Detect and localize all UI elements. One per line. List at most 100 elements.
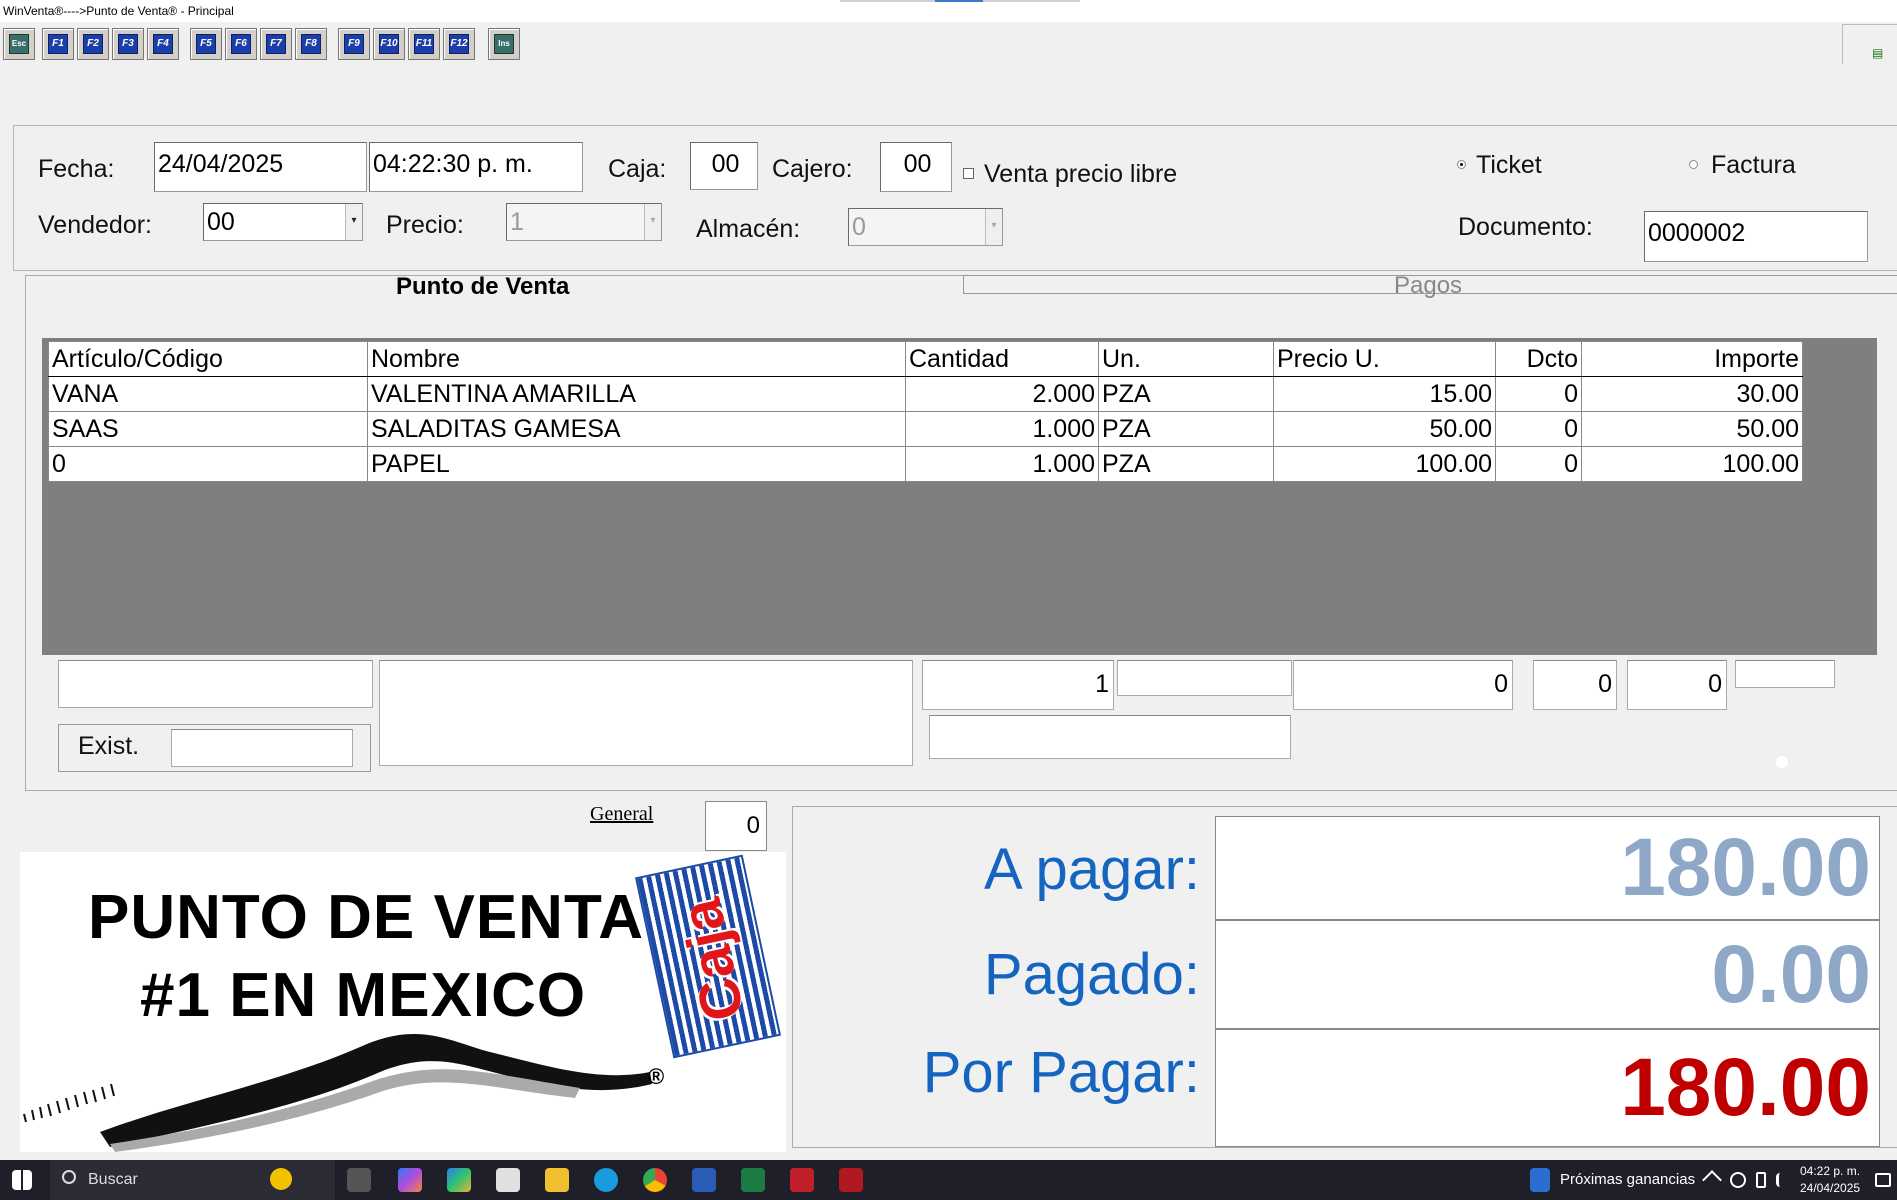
col-cantidad[interactable]: Cantidad: [905, 341, 1099, 377]
col-articulo[interactable]: Artículo/Código: [48, 341, 368, 377]
f6-button[interactable]: F6: [225, 28, 257, 60]
table-row[interactable]: 0 PAPEL 1.000 PZA 100.00 0 100.00: [48, 446, 1803, 482]
cell-dcto[interactable]: 0: [1495, 411, 1582, 447]
cantidad-input[interactable]: 1: [922, 660, 1114, 710]
f8-button[interactable]: F8: [295, 28, 327, 60]
almacen-select[interactable]: 0 ▾: [848, 208, 1003, 246]
general-field[interactable]: 0: [705, 801, 767, 851]
volume-icon[interactable]: [1776, 1173, 1790, 1187]
hora-field[interactable]: 04:22:30 p. m.: [369, 142, 583, 192]
chevron-down-icon[interactable]: ▾: [644, 204, 661, 240]
cell-importe[interactable]: 50.00: [1581, 411, 1803, 447]
battery-icon[interactable]: [1756, 1172, 1766, 1188]
search-box[interactable]: Buscar: [50, 1160, 335, 1200]
chevron-up-icon[interactable]: [1702, 1170, 1722, 1190]
f11-button[interactable]: F11: [408, 28, 440, 60]
task-view-icon[interactable]: [347, 1168, 371, 1192]
f1-button[interactable]: F1: [42, 28, 74, 60]
unidad-input[interactable]: [1117, 660, 1292, 696]
venta-precio-libre-checkbox[interactable]: [963, 168, 974, 179]
windows-start-icon[interactable]: [12, 1170, 32, 1190]
cell-unidad[interactable]: PZA: [1098, 376, 1274, 412]
chrome-icon[interactable]: [643, 1168, 667, 1192]
almacen-label: Almacén:: [696, 215, 801, 243]
table-row[interactable]: SAAS SALADITAS GAMESA 1.000 PZA 50.00 0 …: [48, 411, 1803, 447]
m365-icon[interactable]: [447, 1168, 471, 1192]
tab-pagos-label[interactable]: Pagos: [1394, 272, 1462, 300]
calculator-icon[interactable]: ▤: [1872, 46, 1884, 60]
cell-nombre[interactable]: VALENTINA AMARILLA: [367, 376, 906, 412]
edge-icon[interactable]: [594, 1168, 618, 1192]
ticket-radio[interactable]: [1457, 160, 1466, 169]
f4-button[interactable]: F4: [147, 28, 179, 60]
precio-label: Precio:: [386, 211, 464, 239]
winventa-icon-2[interactable]: [839, 1168, 863, 1192]
f7-button[interactable]: F7: [260, 28, 292, 60]
dcto-input[interactable]: 0: [1533, 660, 1617, 710]
tab-punto-de-venta[interactable]: Punto de Venta: [396, 273, 569, 301]
cell-cantidad[interactable]: 1.000: [905, 446, 1099, 482]
nombre-input[interactable]: [379, 660, 913, 766]
f2-button[interactable]: F2: [77, 28, 109, 60]
location-icon[interactable]: [1730, 1172, 1746, 1188]
fecha-field[interactable]: 24/04/2025: [154, 142, 367, 192]
documento-field[interactable]: 0000002: [1644, 211, 1868, 262]
clock[interactable]: 04:22 p. m. 24/04/2025: [1800, 1163, 1860, 1197]
col-unidad[interactable]: Un.: [1098, 341, 1274, 377]
cell-cantidad[interactable]: 2.000: [905, 376, 1099, 412]
copilot-sparkle-icon[interactable]: [270, 1168, 292, 1190]
cell-articulo[interactable]: VANA: [48, 376, 368, 412]
chevron-down-icon[interactable]: ▾: [345, 204, 362, 240]
copilot-icon[interactable]: [398, 1168, 422, 1192]
cell-articulo[interactable]: SAAS: [48, 411, 368, 447]
store-icon[interactable]: [496, 1168, 520, 1192]
col-nombre[interactable]: Nombre: [367, 341, 906, 377]
cell-precio[interactable]: 100.00: [1273, 446, 1496, 482]
importe-input[interactable]: 0: [1627, 660, 1727, 710]
cajero-field[interactable]: 00: [880, 142, 952, 192]
articulo-input[interactable]: [58, 660, 373, 708]
col-dcto[interactable]: Dcto: [1495, 341, 1582, 377]
cell-importe[interactable]: 30.00: [1581, 376, 1803, 412]
extra-input[interactable]: [1735, 660, 1835, 688]
f10-button[interactable]: F10: [373, 28, 405, 60]
esc-button[interactable]: Esc: [3, 28, 35, 60]
cell-precio[interactable]: 15.00: [1273, 376, 1496, 412]
word-icon[interactable]: [692, 1168, 716, 1192]
folder-icon[interactable]: [545, 1168, 569, 1192]
notifications-icon[interactable]: [1875, 1173, 1891, 1187]
cell-dcto[interactable]: 0: [1495, 376, 1582, 412]
cell-unidad[interactable]: PZA: [1098, 446, 1274, 482]
exist-field[interactable]: [171, 729, 353, 767]
cell-nombre[interactable]: SALADITAS GAMESA: [367, 411, 906, 447]
ins-button[interactable]: Ins: [488, 28, 520, 60]
descripcion-input[interactable]: [929, 715, 1291, 759]
precio-select[interactable]: 1 ▾: [506, 203, 662, 241]
cell-dcto[interactable]: 0: [1495, 446, 1582, 482]
vendedor-select[interactable]: 00 ▾: [203, 203, 363, 241]
chevron-down-icon[interactable]: ▾: [985, 209, 1002, 245]
items-table[interactable]: Artículo/Código Nombre Cantidad Un. Prec…: [48, 341, 1803, 482]
f3-button[interactable]: F3: [112, 28, 144, 60]
table-row[interactable]: VANA VALENTINA AMARILLA 2.000 PZA 15.00 …: [48, 376, 1803, 412]
winventa-icon[interactable]: [790, 1168, 814, 1192]
cell-nombre[interactable]: PAPEL: [367, 446, 906, 482]
f5-button[interactable]: F5: [190, 28, 222, 60]
precio-input[interactable]: 0: [1293, 660, 1513, 710]
cell-precio[interactable]: 50.00: [1273, 411, 1496, 447]
cell-importe[interactable]: 100.00: [1581, 446, 1803, 482]
cell-articulo[interactable]: 0: [48, 446, 368, 482]
factura-radio[interactable]: [1689, 160, 1698, 169]
cell-unidad[interactable]: PZA: [1098, 411, 1274, 447]
general-label: General: [590, 803, 654, 825]
col-precio[interactable]: Precio U.: [1273, 341, 1496, 377]
f12-button[interactable]: F12: [443, 28, 475, 60]
col-importe[interactable]: Importe: [1581, 341, 1803, 377]
items-grid[interactable]: Artículo/Código Nombre Cantidad Un. Prec…: [42, 338, 1877, 655]
news-icon[interactable]: [1530, 1168, 1550, 1192]
caja-field[interactable]: 00: [690, 142, 758, 190]
cell-cantidad[interactable]: 1.000: [905, 411, 1099, 447]
news-widget[interactable]: Próximas ganancias: [1560, 1160, 1695, 1200]
f9-button[interactable]: F9: [338, 28, 370, 60]
excel-icon[interactable]: [741, 1168, 765, 1192]
